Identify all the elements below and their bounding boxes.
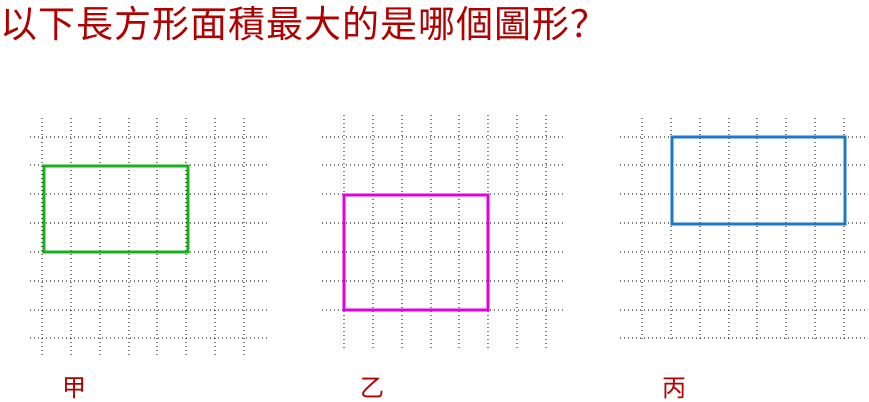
grid-figures: 甲 乙 丙: [30, 115, 866, 402]
panel-bing: 丙: [620, 118, 866, 402]
panel-yi: 乙: [322, 115, 566, 402]
panel-jia: 甲: [30, 118, 270, 402]
label-yi: 乙: [360, 374, 384, 402]
label-jia: 甲: [62, 374, 86, 402]
grid-bing: [620, 118, 866, 340]
grid-yi: [322, 115, 566, 348]
grid-jia: [30, 118, 270, 355]
label-bing: 丙: [662, 374, 686, 402]
rectangle-bing: [670, 135, 847, 226]
rectangle-jia: [42, 164, 190, 254]
